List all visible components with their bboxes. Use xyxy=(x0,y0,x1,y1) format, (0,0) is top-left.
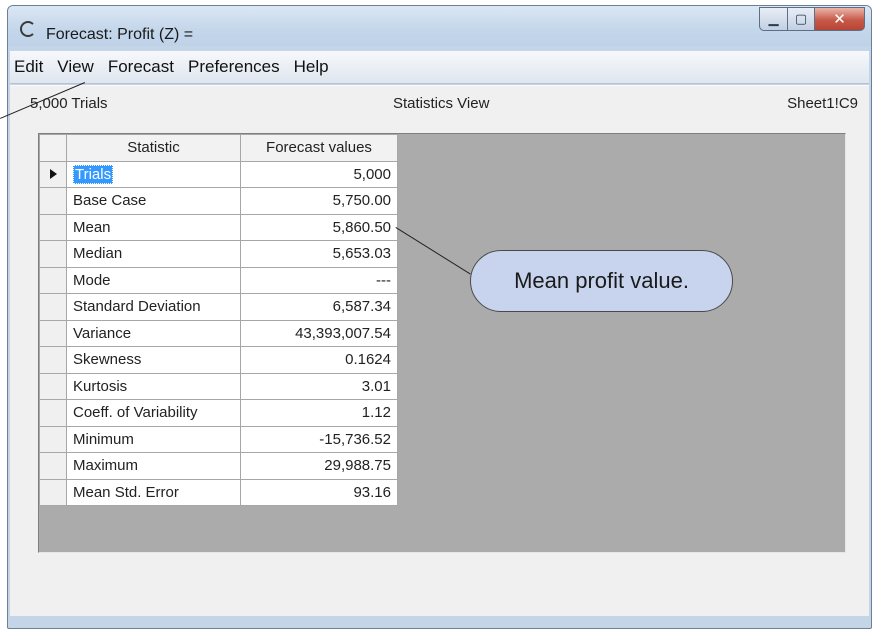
statistic-cell[interactable]: Kurtosis xyxy=(66,372,241,400)
menu-edit[interactable]: Edit xyxy=(14,57,43,77)
current-row-arrow-icon xyxy=(49,168,57,179)
table-row[interactable]: Minimum -15,736.52 xyxy=(39,425,398,453)
value-cell[interactable]: 29,988.75 xyxy=(240,452,398,480)
statistic-cell[interactable]: Maximum xyxy=(66,452,241,480)
value-cell[interactable]: 0.1624 xyxy=(240,346,398,374)
table-row[interactable]: Maximum 29,988.75 xyxy=(39,452,398,480)
value-cell[interactable]: --- xyxy=(240,266,398,294)
table-row[interactable]: Median 5,653.03 xyxy=(39,240,398,268)
table-row[interactable]: Kurtosis 3.01 xyxy=(39,372,398,400)
row-header[interactable] xyxy=(39,266,67,294)
table-row[interactable]: Mean 5,860.50 xyxy=(39,213,398,241)
row-header[interactable] xyxy=(39,240,67,268)
statistics-table: Statistic Forecast values Trials 5,000 B… xyxy=(39,134,398,506)
row-header[interactable] xyxy=(39,187,67,215)
statistic-cell[interactable]: Coeff. of Variability xyxy=(66,399,241,427)
table-row[interactable]: Coeff. of Variability 1.12 xyxy=(39,399,398,427)
table-header-row: Statistic Forecast values xyxy=(39,134,398,162)
grid-corner[interactable] xyxy=(39,134,67,162)
row-header[interactable] xyxy=(39,452,67,480)
table-row[interactable]: Mode --- xyxy=(39,266,398,294)
value-cell[interactable]: 1.12 xyxy=(240,399,398,427)
value-cell[interactable]: 5,653.03 xyxy=(240,240,398,268)
app-window: Forecast: Profit (Z) = ▁ ▢ ✕ Edit View F… xyxy=(7,5,872,629)
statistic-cell[interactable]: Variance xyxy=(66,319,241,347)
minimize-icon: ▁ xyxy=(768,11,779,26)
table-row[interactable]: Trials 5,000 xyxy=(39,160,398,188)
row-header[interactable] xyxy=(39,425,67,453)
statistic-cell[interactable]: Minimum xyxy=(66,425,241,453)
app-icon xyxy=(20,21,36,37)
value-cell[interactable]: 3.01 xyxy=(240,372,398,400)
menu-bar: Edit View Forecast Preferences Help xyxy=(10,51,869,84)
value-cell[interactable]: 93.16 xyxy=(240,478,398,506)
row-header[interactable] xyxy=(39,372,67,400)
statistic-label: Trials xyxy=(73,164,114,184)
value-cell[interactable]: 5,860.50 xyxy=(240,213,398,241)
statistic-cell[interactable]: Trials xyxy=(66,160,241,188)
menu-forecast[interactable]: Forecast xyxy=(108,57,174,77)
row-header[interactable] xyxy=(39,293,67,321)
content-area: 5,000 Trials Statistics View Sheet1!C9 S… xyxy=(10,85,869,616)
cell-reference: Sheet1!C9 xyxy=(787,95,858,112)
table-row[interactable]: Variance 43,393,007.54 xyxy=(39,319,398,347)
trials-count: 5,000 Trials xyxy=(30,95,108,112)
statistic-cell[interactable]: Mode xyxy=(66,266,241,294)
minimize-button[interactable]: ▁ xyxy=(759,7,788,31)
maximize-button[interactable]: ▢ xyxy=(788,7,815,31)
maximize-icon: ▢ xyxy=(794,11,808,26)
row-header[interactable] xyxy=(39,399,67,427)
close-icon: ✕ xyxy=(833,11,846,28)
table-row[interactable]: Skewness 0.1624 xyxy=(39,346,398,374)
menu-preferences[interactable]: Preferences xyxy=(188,57,280,77)
statistic-cell[interactable]: Skewness xyxy=(66,346,241,374)
view-name: Statistics View xyxy=(393,95,490,112)
close-button[interactable]: ✕ xyxy=(815,7,865,31)
statistic-cell[interactable]: Mean Std. Error xyxy=(66,478,241,506)
table-row[interactable]: Mean Std. Error 93.16 xyxy=(39,478,398,506)
statistic-cell[interactable]: Mean xyxy=(66,213,241,241)
value-cell[interactable]: 5,750.00 xyxy=(240,187,398,215)
value-cell[interactable]: -15,736.52 xyxy=(240,425,398,453)
table-row[interactable]: Standard Deviation 6,587.34 xyxy=(39,293,398,321)
column-header-statistic[interactable]: Statistic xyxy=(66,134,241,162)
table-row[interactable]: Base Case 5,750.00 xyxy=(39,187,398,215)
statistic-cell[interactable]: Base Case xyxy=(66,187,241,215)
statistic-cell[interactable]: Median xyxy=(66,240,241,268)
value-cell[interactable]: 5,000 xyxy=(240,160,398,188)
row-header[interactable] xyxy=(39,160,67,188)
status-row: 5,000 Trials Statistics View Sheet1!C9 xyxy=(10,95,869,115)
menu-view[interactable]: View xyxy=(57,57,94,77)
window-title: Forecast: Profit (Z) = xyxy=(46,26,194,43)
statistic-cell[interactable]: Standard Deviation xyxy=(66,293,241,321)
column-header-forecast-values[interactable]: Forecast values xyxy=(240,134,398,162)
window-controls: ▁ ▢ ✕ xyxy=(759,7,865,31)
statistics-grid[interactable]: Statistic Forecast values Trials 5,000 B… xyxy=(38,133,846,553)
row-header[interactable] xyxy=(39,346,67,374)
menu-help[interactable]: Help xyxy=(294,57,329,77)
row-header[interactable] xyxy=(39,319,67,347)
row-header[interactable] xyxy=(39,213,67,241)
value-cell[interactable]: 6,587.34 xyxy=(240,293,398,321)
row-header[interactable] xyxy=(39,478,67,506)
title-bar[interactable]: Forecast: Profit (Z) = ▁ ▢ ✕ xyxy=(8,6,871,46)
value-cell[interactable]: 43,393,007.54 xyxy=(240,319,398,347)
mean-profit-callout: Mean profit value. xyxy=(470,250,733,312)
